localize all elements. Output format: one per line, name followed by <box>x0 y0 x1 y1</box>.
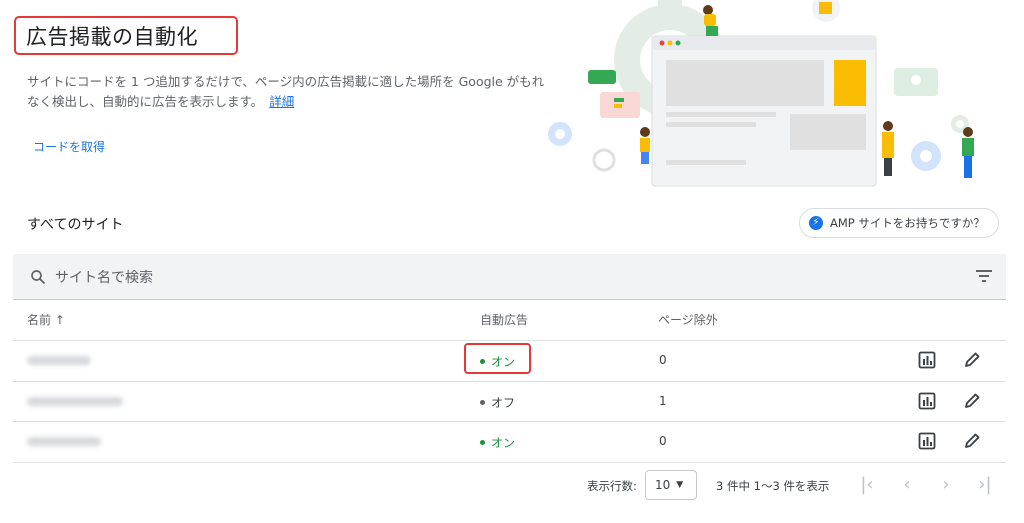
edit-pencil-icon[interactable] <box>963 392 981 410</box>
previous-page-icon[interactable]: ‹ <box>896 474 918 495</box>
get-code-link[interactable]: コードを取得 <box>33 138 105 155</box>
status-dot-icon <box>480 400 485 405</box>
report-icon[interactable] <box>918 432 936 450</box>
edit-pencil-icon[interactable] <box>963 351 981 369</box>
details-link[interactable]: 詳細 <box>269 94 294 109</box>
amp-sites-button[interactable]: ⚡ AMP サイトをお持ちですか？ <box>799 208 999 238</box>
site-name-redacted <box>27 356 91 365</box>
page-title: 広告掲載の自動化 <box>26 24 198 49</box>
auto-ads-status-label: オフ <box>491 396 516 410</box>
rows-per-page-label: 表示行数: <box>587 479 637 493</box>
rows-per-page-value: 10 <box>655 478 671 492</box>
column-header-name[interactable]: 名前 ↑ <box>27 311 65 328</box>
search-input[interactable]: サイト名で検索 <box>55 267 153 287</box>
dropdown-caret-icon: ▼ <box>676 480 684 490</box>
rows-per-page-select[interactable]: 10 ▼ <box>645 470 697 500</box>
auto-ads-status: オン <box>480 353 515 370</box>
page-exclusions-count: 0 <box>659 434 667 448</box>
column-header-page-exclusions: ページ除外 <box>658 313 718 327</box>
site-name-redacted <box>27 437 101 446</box>
status-dot-icon <box>480 359 485 364</box>
pagination-range: 3 件中 1～3 件を表示 <box>716 479 830 493</box>
first-page-icon[interactable]: |‹ <box>856 474 878 495</box>
auto-ads-status-label: オン <box>491 355 516 369</box>
all-sites-heading: すべてのサイト <box>27 217 124 233</box>
status-dot-icon <box>480 440 485 445</box>
report-icon[interactable] <box>918 392 936 410</box>
next-page-icon[interactable]: › <box>935 474 957 495</box>
site-name-redacted <box>27 397 123 406</box>
auto-ads-status-label: オン <box>491 436 516 450</box>
auto-ads-status: オン <box>480 434 515 451</box>
page-title-highlight: 広告掲載の自動化 <box>14 16 238 55</box>
amp-button-label: AMP サイトをお持ちですか？ <box>830 216 985 230</box>
page-description: サイトにコードを 1 つ追加するだけで、ページ内の広告掲載に適した場所を Goo… <box>27 72 547 112</box>
site-search-bar[interactable]: サイト名で検索 <box>13 254 1006 300</box>
column-header-auto-ads: 自動広告 <box>480 313 529 327</box>
row-divider <box>13 462 1006 463</box>
page-exclusions-count: 1 <box>659 394 667 408</box>
amp-bolt-icon: ⚡ <box>809 216 823 230</box>
page-exclusions-count: 0 <box>659 353 667 367</box>
filter-icon[interactable] <box>976 269 992 283</box>
auto-ads-illustration <box>548 0 974 187</box>
search-icon <box>31 269 45 284</box>
last-page-icon[interactable]: ›| <box>974 474 996 495</box>
edit-pencil-icon[interactable] <box>963 432 981 450</box>
report-icon[interactable] <box>918 351 936 369</box>
auto-ads-status: オフ <box>480 394 515 411</box>
